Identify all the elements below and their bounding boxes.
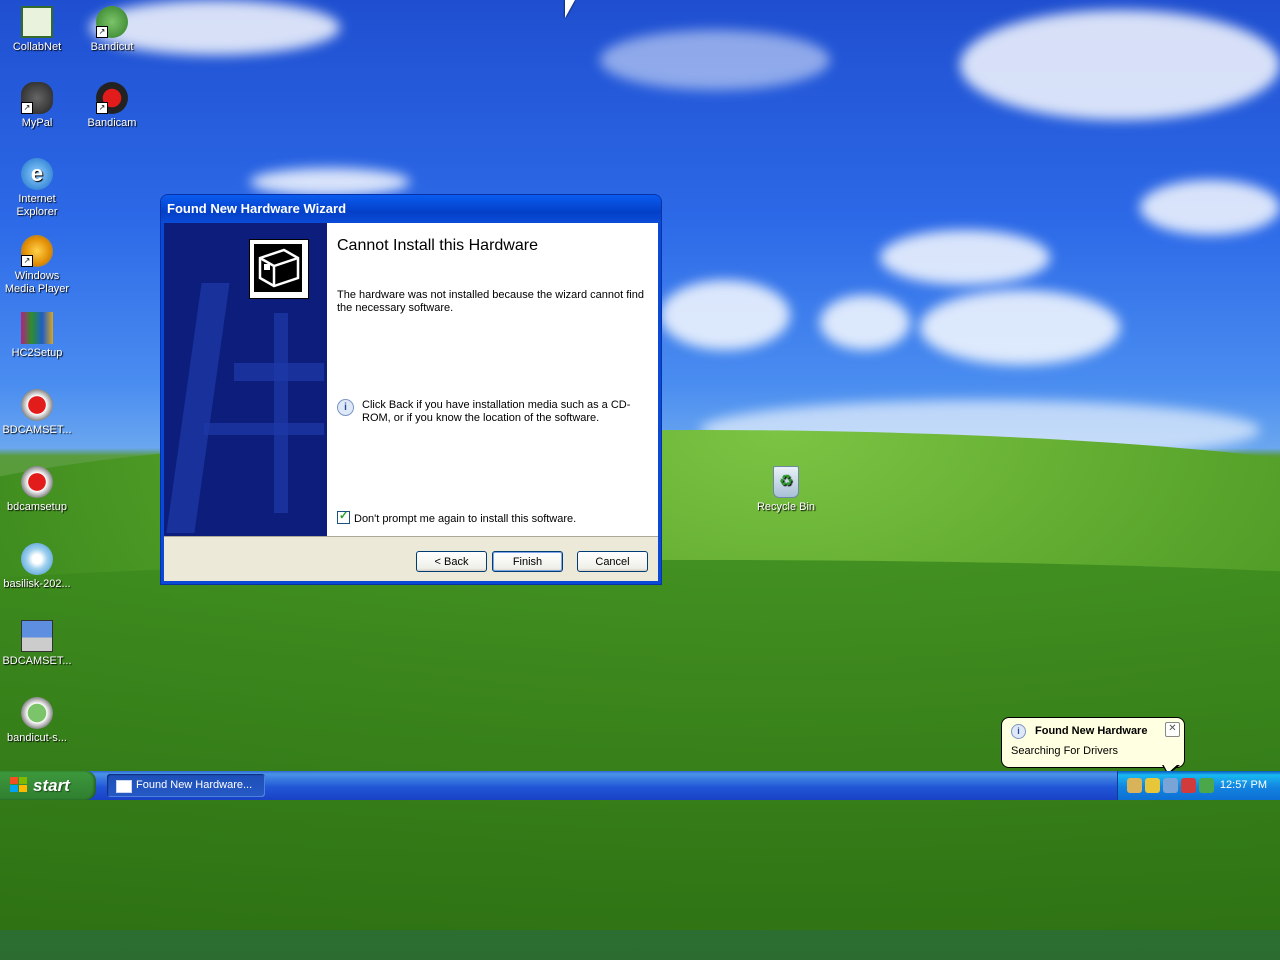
- taskbar: start Found New Hardware... 12:57 PM: [0, 771, 1280, 800]
- dont-prompt-checkbox-label[interactable]: Don't prompt me again to install this so…: [354, 513, 576, 525]
- wizard-message: The hardware was not installed because t…: [337, 289, 644, 314]
- balloon-title: Found New Hardware: [1035, 725, 1148, 737]
- window-icon: [116, 780, 132, 793]
- antivirus-icon[interactable]: [1181, 778, 1196, 793]
- desktop-icon-label: MyPal: [21, 117, 53, 129]
- found-new-hardware-balloon[interactable]: i Found New Hardware Searching For Drive…: [1001, 717, 1185, 775]
- taskbar-item-label: Found New Hardware...: [136, 779, 253, 791]
- desktop-icon-windows-media-player[interactable]: ↗ Windows Media Player: [0, 235, 75, 296]
- finish-button[interactable]: Finish: [492, 551, 563, 572]
- desktop-icon-label: Internet Explorer: [16, 193, 58, 218]
- desktop-icon-hc2setup[interactable]: HC2Setup: [0, 312, 75, 360]
- wizard-content-panel: Cannot Install this Hardware The hardwar…: [327, 223, 658, 536]
- dont-prompt-checkbox[interactable]: [337, 509, 350, 524]
- button-bar-divider: [164, 536, 658, 537]
- bandicam-setup-icon: [21, 389, 53, 421]
- desktop-icon-basilisk[interactable]: basilisk-202...: [0, 543, 75, 591]
- wizard-client-area: Cannot Install this Hardware The hardwar…: [164, 223, 658, 581]
- collabnet-icon: [21, 6, 53, 38]
- bandicut-icon: ↗: [96, 6, 128, 38]
- window-title[interactable]: Found New Hardware Wizard: [161, 195, 661, 223]
- desktop-icon-bandicut-setup[interactable]: bandicut-s...: [0, 697, 75, 745]
- basilisk-installer-icon: [21, 543, 53, 575]
- cancel-button[interactable]: Cancel: [577, 551, 648, 572]
- dont-prompt-checkbox-row[interactable]: Don't prompt me again to install this so…: [337, 509, 576, 525]
- desktop-icon-label: Recycle Bin: [756, 501, 816, 513]
- info-icon: i: [1011, 724, 1026, 739]
- found-new-hardware-wizard-window: Found New Hardware Wizard Cannot Install…: [161, 195, 661, 584]
- security-shield-icon[interactable]: [1145, 778, 1160, 793]
- desktop-icon-mypal[interactable]: ↗ MyPal: [0, 82, 75, 130]
- info-icon: i: [337, 399, 354, 416]
- desktop-icon-label: bandicut-s...: [7, 732, 67, 744]
- desktop-icon-label: Bandicut: [90, 41, 134, 53]
- balloon-text: Searching For Drivers: [1011, 745, 1118, 757]
- system-tray: 12:57 PM: [1117, 771, 1280, 800]
- internet-explorer-icon: e: [21, 158, 53, 190]
- bandicam-setup-icon: [21, 466, 53, 498]
- bandicut-setup-icon: [21, 697, 53, 729]
- desktop-icon-bandicut[interactable]: ↗ Bandicut: [74, 6, 150, 54]
- setup-monitor-icon: [21, 620, 53, 652]
- taskbar-item-found-new-hardware[interactable]: Found New Hardware...: [107, 774, 265, 797]
- desktop-icon-collabnet[interactable]: CollabNet: [0, 6, 75, 54]
- desktop-icon-label: BDCAMSET...: [2, 655, 72, 667]
- desktop-icon-bdcamsetup[interactable]: bdcamsetup: [0, 466, 75, 514]
- desktop-icon-label: Bandicam: [87, 117, 137, 129]
- wizard-side-panel: [164, 223, 327, 536]
- back-button[interactable]: < Back: [416, 551, 487, 572]
- desktop-icon-internet-explorer[interactable]: e Internet Explorer: [0, 158, 75, 219]
- hardware-device-icon: [249, 239, 309, 299]
- desktop-icon-label: HC2Setup: [11, 347, 63, 359]
- start-button[interactable]: start: [0, 771, 96, 800]
- start-label: start: [33, 776, 70, 795]
- desktop-icon-label: basilisk-202...: [3, 578, 71, 590]
- desktop-icon-label: Windows Media Player: [4, 270, 70, 295]
- windows-logo-icon: [10, 777, 28, 794]
- close-icon[interactable]: ✕: [1165, 722, 1180, 737]
- desktop-icon-bdcamset-1[interactable]: BDCAMSET...: [0, 389, 75, 437]
- bandicam-icon: ↗: [96, 82, 128, 114]
- recycle-bin-icon: ♻: [773, 466, 799, 498]
- winrar-installer-icon: [21, 312, 53, 344]
- clock[interactable]: 12:57 PM: [1220, 771, 1267, 800]
- desktop-icon-recycle-bin[interactable]: ♻ Recycle Bin: [748, 466, 824, 514]
- desktop-icon-bdcamset-2[interactable]: BDCAMSET...: [0, 620, 75, 668]
- media-player-icon: ↗: [21, 235, 53, 267]
- hardware-tray-icon[interactable]: [1127, 778, 1142, 793]
- wizard-heading: Cannot Install this Hardware: [337, 237, 538, 254]
- desktop-icon-label: bdcamsetup: [7, 501, 67, 513]
- wizard-info-text: Click Back if you have installation medi…: [362, 399, 631, 424]
- desktop-icon-bandicam[interactable]: ↗ Bandicam: [74, 82, 150, 130]
- update-icon[interactable]: [1199, 778, 1214, 793]
- network-icon[interactable]: [1163, 778, 1178, 793]
- mouse-cursor-icon: [565, 0, 575, 18]
- desktop-icon-label: BDCAMSET...: [2, 424, 72, 436]
- desktop-icon-label: CollabNet: [12, 41, 62, 53]
- mypal-icon: ↗: [21, 82, 53, 114]
